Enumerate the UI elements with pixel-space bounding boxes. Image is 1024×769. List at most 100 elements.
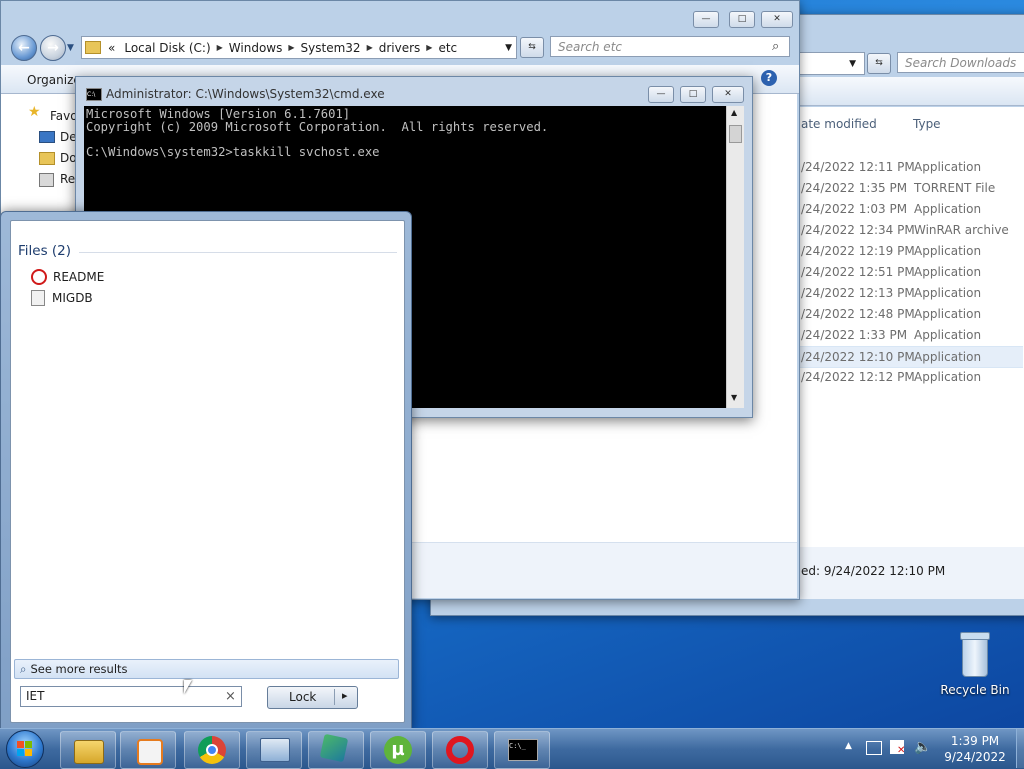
- row-type: TORRENT File: [914, 181, 996, 195]
- favorites-star-icon: ★: [28, 104, 41, 120]
- taskbar-setup[interactable]: [308, 731, 364, 769]
- taskbar: µ C:\_ ▲ ✕ 🔈: [0, 728, 1024, 769]
- table-row[interactable]: /24/2022 1:03 PM Application: [799, 199, 1023, 219]
- row-type: Application: [914, 244, 982, 258]
- close-button[interactable]: ✕: [761, 11, 793, 28]
- row-date: /24/2022 12:51 PM: [801, 265, 915, 279]
- row-type: Application: [914, 202, 982, 216]
- cmd-minimize-button[interactable]: —: [648, 86, 674, 103]
- breadcrumb-etc[interactable]: etc: [432, 41, 463, 55]
- files-header: Files (2): [18, 243, 72, 259]
- row-type: Application: [914, 160, 982, 174]
- taskbar-utorrent[interactable]: µ: [370, 731, 426, 769]
- table-row[interactable]: /24/2022 12:48 PM Application: [799, 304, 1023, 324]
- maximize-button[interactable]: □: [729, 11, 755, 28]
- recycle-bin-label[interactable]: Recycle Bin: [940, 683, 1010, 697]
- result-readme[interactable]: README: [31, 269, 104, 285]
- start-search-input[interactable]: IET: [20, 686, 242, 707]
- recycle-bin-icon[interactable]: [958, 632, 990, 677]
- show-desktop-button[interactable]: [1016, 729, 1024, 768]
- taskbar-remote-desktop[interactable]: [246, 731, 302, 769]
- row-date: /24/2022 12:12 PM: [801, 370, 915, 384]
- column-header-date[interactable]: ate modified: [801, 117, 877, 131]
- minimize-button[interactable]: —: [693, 11, 719, 28]
- lock-options-arrow[interactable]: ▸: [342, 689, 348, 702]
- taskbar-cmd[interactable]: C:\_: [494, 731, 550, 769]
- breadcrumb-local-disk[interactable]: Local Disk (C:): [118, 41, 216, 55]
- cmd-icon-label: C:\_: [509, 742, 526, 750]
- lock-button[interactable]: Lock ▸: [267, 686, 358, 709]
- start-orb-icon[interactable]: [6, 730, 44, 768]
- volume-icon[interactable]: 🔈: [914, 739, 931, 755]
- row-date: /24/2022 12:10 PM: [801, 350, 915, 364]
- address-bar-etc[interactable]: « Local Disk (C:) ▶ Windows ▶ System32 ▶ dr…: [81, 36, 517, 59]
- refresh-button[interactable]: ⇆: [520, 37, 544, 58]
- breadcrumb-windows[interactable]: Windows: [223, 41, 289, 55]
- row-date: /24/2022 12:34 PM: [801, 223, 915, 237]
- refresh-button[interactable]: ⇆: [867, 53, 891, 74]
- scroll-thumb[interactable]: [729, 125, 742, 143]
- cmd-icon: C:\_: [508, 739, 538, 761]
- cmd-window-icon: C:\: [86, 88, 102, 101]
- breadcrumb-system32[interactable]: System32: [295, 41, 367, 55]
- row-type: Application: [914, 307, 982, 321]
- organize-button[interactable]: Organize: [27, 73, 81, 87]
- clear-search-icon[interactable]: ×: [225, 689, 236, 704]
- breadcrumb-prefix[interactable]: «: [105, 41, 118, 55]
- action-center-icon[interactable]: ✕: [890, 740, 905, 756]
- table-row[interactable]: /24/2022 12:51 PM Application: [799, 262, 1023, 282]
- search-icon[interactable]: ⌕: [772, 39, 779, 54]
- row-date: /24/2022 1:35 PM: [801, 181, 908, 195]
- scroll-down-arrow[interactable]: ▼: [731, 393, 737, 402]
- row-date: /24/2022 12:48 PM: [801, 307, 915, 321]
- chevron-down-icon[interactable]: ▼: [849, 59, 856, 69]
- see-more-label: See more results: [30, 662, 128, 676]
- cmd-maximize-button[interactable]: □: [680, 86, 706, 103]
- taskbar-explorer[interactable]: [60, 731, 116, 769]
- ini-file-icon: [31, 290, 45, 306]
- console-line: C:\Windows\system32>taskkill svchost.exe: [86, 144, 380, 159]
- table-row[interactable]: /24/2022 12:10 PM Application: [799, 346, 1023, 368]
- recent-pages-icon[interactable]: ▼: [67, 43, 74, 53]
- search-downloads-input[interactable]: Search Downloads: [897, 52, 1024, 73]
- table-row[interactable]: /24/2022 1:35 PM TORRENT File: [799, 178, 1023, 198]
- table-row[interactable]: /24/2022 12:11 PM Application: [799, 157, 1023, 177]
- table-row[interactable]: /24/2022 12:34 PM WinRAR archive: [799, 220, 1023, 240]
- table-row[interactable]: /24/2022 1:33 PM Application: [799, 325, 1023, 345]
- see-more-results-link[interactable]: ⌕ See more results: [14, 659, 399, 679]
- cmd-scrollbar[interactable]: ▲ ▼: [726, 106, 744, 408]
- row-date: /24/2022 12:13 PM: [801, 286, 915, 300]
- scroll-up-arrow[interactable]: ▲: [731, 108, 737, 117]
- breadcrumb-drivers[interactable]: drivers: [373, 41, 427, 55]
- cmd-title: Administrator: C:\Windows\System32\cmd.e…: [106, 87, 385, 101]
- console-line: Copyright (c) 2009 Microsoft Corporation…: [86, 119, 549, 134]
- row-type: Application: [914, 350, 982, 364]
- table-row[interactable]: /24/2022 12:13 PM Application: [799, 283, 1023, 303]
- file-list-downloads[interactable]: ate modified Type /24/2022 12:11 PM Appli…: [799, 107, 1024, 547]
- taskbar-media-player[interactable]: [120, 731, 176, 769]
- taskbar-opera[interactable]: [432, 731, 488, 769]
- show-hidden-icons[interactable]: ▲: [845, 741, 852, 751]
- table-row[interactable]: /24/2022 12:12 PM Application: [799, 367, 1023, 387]
- chevron-down-icon[interactable]: ▼: [505, 43, 512, 53]
- table-row[interactable]: /24/2022 12:19 PM Application: [799, 241, 1023, 261]
- taskbar-clock[interactable]: 1:39 PM 9/24/2022: [935, 733, 1015, 765]
- search-etc-input[interactable]: Search etc: [550, 36, 790, 57]
- column-header-type[interactable]: Type: [913, 117, 941, 131]
- lock-separator: [334, 689, 335, 705]
- taskbar-chrome[interactable]: [184, 731, 240, 769]
- cmd-close-button[interactable]: ✕: [712, 86, 744, 103]
- downloads-folder-icon: [39, 152, 55, 165]
- network-icon[interactable]: [866, 741, 882, 755]
- forward-button[interactable]: →: [40, 35, 66, 61]
- row-type: Application: [914, 370, 982, 384]
- back-button[interactable]: ←: [11, 35, 37, 61]
- start-menu[interactable]: Files (2) README MIGDB ⌕ See more results: [0, 211, 412, 732]
- search-icon: ⌕: [20, 662, 27, 676]
- help-icon[interactable]: ?: [761, 70, 777, 86]
- result-migdb[interactable]: MIGDB: [31, 290, 93, 306]
- result-label: README: [53, 270, 105, 284]
- folder-icon: [85, 41, 101, 54]
- nav-favorites[interactable]: Favo: [50, 109, 78, 123]
